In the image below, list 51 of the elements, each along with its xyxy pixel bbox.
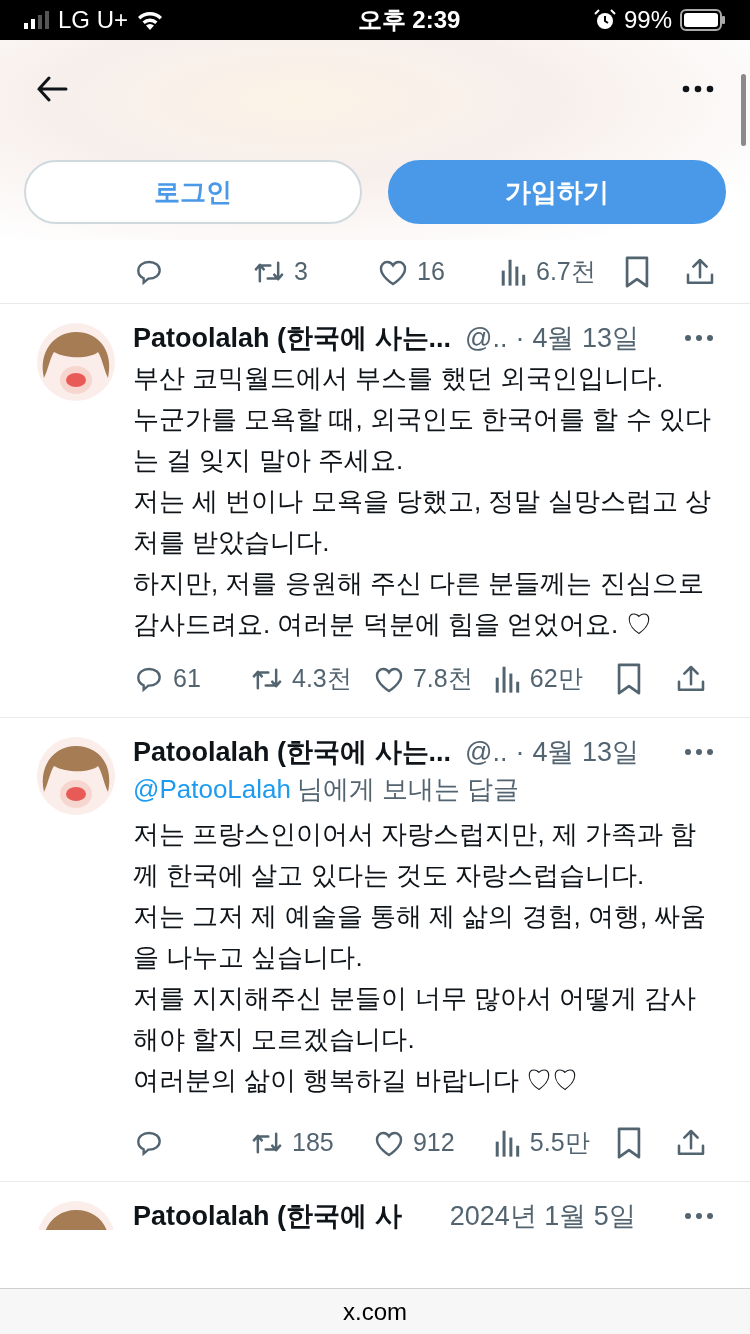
url-text[interactable]: x.com [343, 1293, 407, 1330]
action-count: 4.3천 [292, 663, 352, 695]
more-icon[interactable] [682, 85, 714, 93]
action-count: 6.7천 [536, 255, 596, 287]
avatar[interactable] [36, 736, 116, 816]
bookmark-icon[interactable] [624, 254, 650, 289]
post-text: 부산 코믹월드에서 부스를 했던 외국인입니다. [133, 362, 665, 395]
clock: 오후 2:39 [357, 5, 461, 35]
action-count: 185 [292, 1127, 334, 1159]
bookmark-icon[interactable] [615, 662, 642, 696]
post-text: 누군가를 모욕할 때, 외국인도 한국어를 할 수 있다는 걸 잊지 말아 주세요. [133, 403, 712, 477]
post-date[interactable]: 4월 13일 [532, 736, 639, 768]
author-name[interactable]: Patoolalah (한국에 사는... [133, 736, 452, 768]
more-icon[interactable] [684, 334, 714, 342]
bookmark-icon[interactable] [615, 1126, 642, 1160]
post-text: 저는 그저 제 예술을 통해 제 삶의 경험, 여행, 싸움을 나누고 싶습니다. [133, 900, 708, 974]
action-count: 912 [412, 1127, 455, 1159]
separator: · [515, 735, 525, 769]
action-count: 62만 [529, 663, 583, 695]
more-icon[interactable] [684, 1212, 714, 1220]
battery-icon [680, 9, 726, 31]
author-handle: @.. [465, 321, 508, 355]
action-count: 7.8천 [412, 663, 473, 695]
post-date[interactable]: 4월 13일 [532, 322, 639, 354]
reply-label: 님에게 보내는 답글 [296, 772, 520, 806]
bar-chart-icon[interactable] [493, 1128, 522, 1158]
post-text: 여러분의 삶이 행복하길 바랍니다 ♡♡ [133, 1064, 579, 1097]
post-text: 저는 세 번이나 모욕을 당했고, 정말 실망스럽고 상처를 받았습니다. [133, 485, 712, 559]
author-name[interactable]: Patoolalah (한국에 사 [133, 1200, 402, 1232]
action-count: 16 [417, 255, 445, 287]
scroll-bar [741, 74, 746, 146]
action-count: 3 [294, 255, 308, 287]
alarm-icon [593, 9, 616, 31]
carrier: LG U+ [58, 5, 129, 35]
action-count: 5.5만 [529, 1127, 590, 1159]
signal-icon [24, 11, 50, 29]
post-text: 저를 지지해주신 분들이 너무 많아서 어떻게 감사해야 할지 모르겠습니다. [133, 982, 698, 1056]
separator: · [515, 321, 525, 355]
battery-percent: 99% [623, 5, 672, 35]
post-text: 저는 프랑스인이어서 자랑스럽지만, 제 가족과 함께 한국에 살고 있다는 것도 자랑스럽습니다. [133, 818, 698, 892]
wifi-icon [136, 10, 165, 30]
post-text: 하지만, 저를 응원해 주신 다른 분들께는 진심으로 감사드려요. 여러분 덕분에 힘을 얻었어요. ♡ [133, 567, 705, 641]
author-name[interactable]: Patoolalah (한국에 사는... [133, 322, 452, 354]
action-count: 61 [173, 663, 201, 695]
bar-chart-icon[interactable] [493, 664, 522, 694]
avatar[interactable] [36, 322, 116, 402]
post-date[interactable]: 2024년 1월 5일 [449, 1200, 636, 1232]
avatar[interactable] [36, 1200, 116, 1230]
author-handle: @.. [465, 735, 508, 769]
more-icon[interactable] [684, 748, 714, 756]
back-arrow-icon[interactable] [36, 76, 68, 102]
